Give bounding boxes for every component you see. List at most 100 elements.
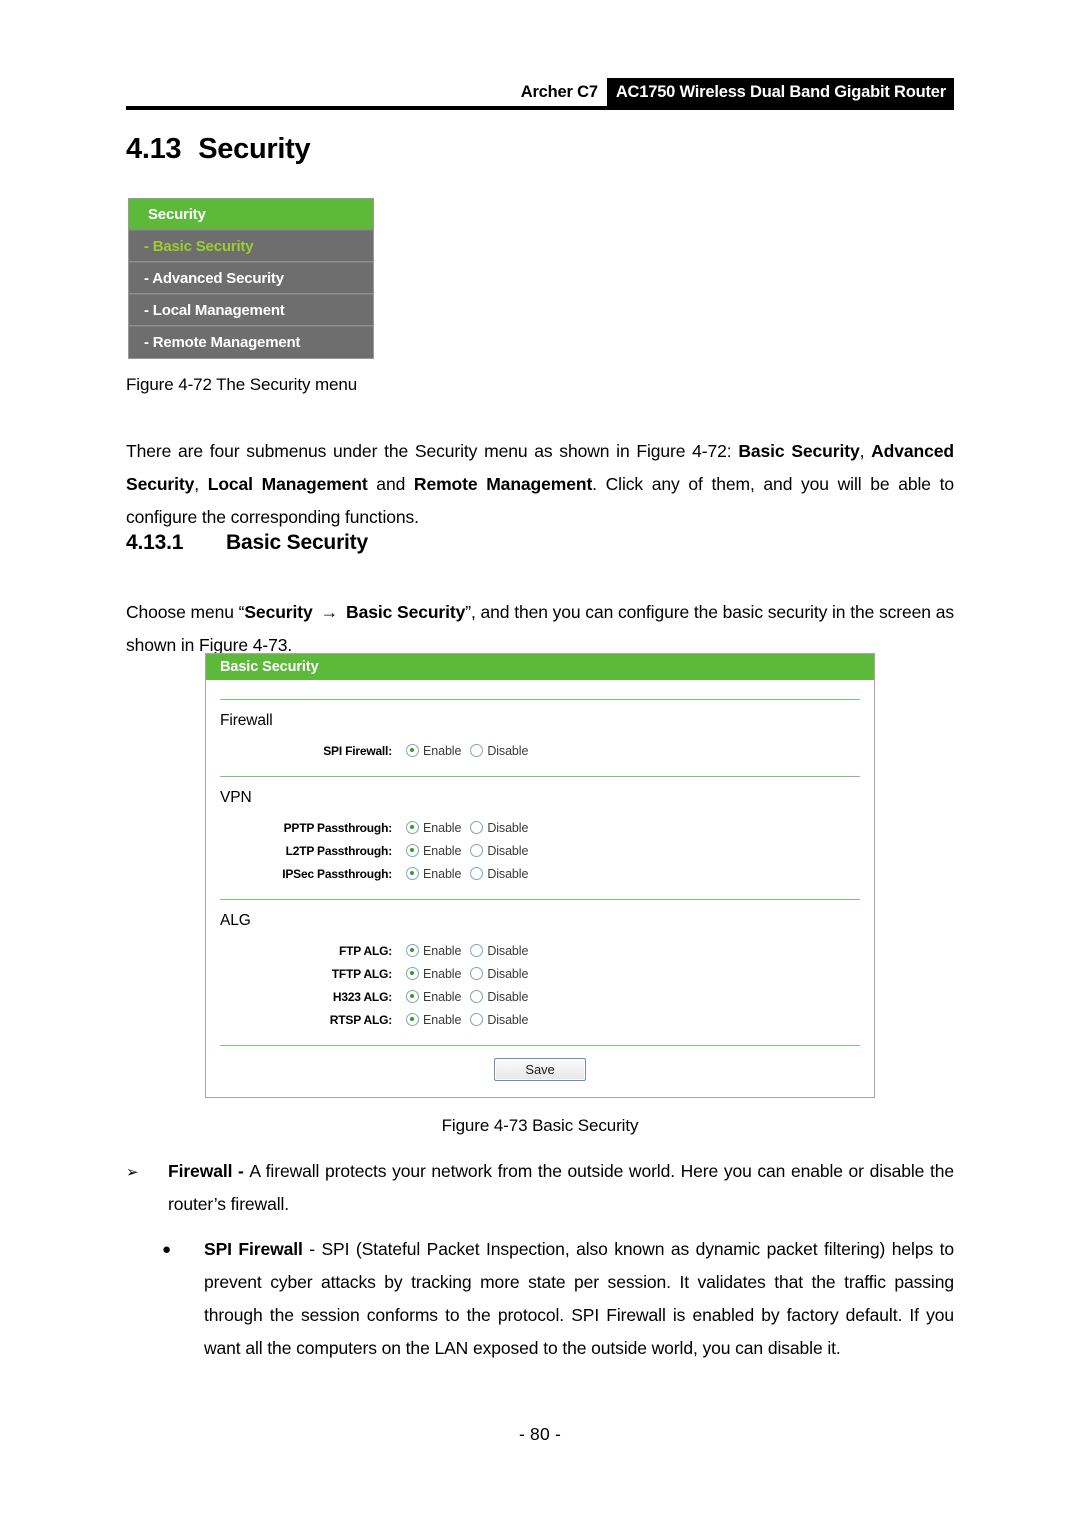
radio-group-tftp-alg: Enable Disable <box>406 967 528 981</box>
sidebar-item-advanced-security[interactable]: - Advanced Security <box>129 262 373 294</box>
label-tftp-alg: TFTP ALG: <box>331 966 392 981</box>
intro-text-1: There are four submenus under the Securi… <box>126 440 739 461</box>
field-row-ftp-alg: FTP ALG: Enable Disable <box>220 939 860 962</box>
bullet-firewall-term: Firewall - <box>168 1161 250 1181</box>
radio-label-disable: Disable <box>487 989 529 1004</box>
radio-tftp-alg-disable[interactable]: Disable <box>470 967 528 981</box>
radio-l2tp-enable[interactable]: Enable <box>406 844 461 858</box>
choose-bold-basic-security: Basic Security <box>346 601 466 622</box>
save-row: Save <box>220 1045 860 1091</box>
firewall-section: Firewall SPI Firewall: Enable Disable <box>220 699 860 776</box>
radio-group-pptp-passthrough: Enable Disable <box>406 821 528 835</box>
label-spi-firewall: SPI Firewall: <box>323 743 392 758</box>
radio-selected-icon[interactable] <box>406 967 419 980</box>
radio-h323-alg-enable[interactable]: Enable <box>406 990 461 1004</box>
radio-label-enable: Enable <box>423 843 462 858</box>
intro-bold-remote-management: Remote Management <box>413 473 593 494</box>
radio-unselected-icon[interactable] <box>470 744 484 757</box>
bullet-spi-term: SPI Firewall <box>204 1239 303 1259</box>
label-ipsec-passthrough: IPSec Passthrough: <box>282 866 392 881</box>
field-row-l2tp-passthrough: L2TP Passthrough: Enable Disable <box>220 839 860 862</box>
radio-ipsec-disable[interactable]: Disable <box>470 867 528 881</box>
radio-selected-icon[interactable] <box>406 990 419 1003</box>
radio-group-h323-alg: Enable Disable <box>406 990 528 1004</box>
radio-label-disable: Disable <box>487 943 529 958</box>
radio-label-disable: Disable <box>487 820 529 835</box>
radio-tftp-alg-enable[interactable]: Enable <box>406 967 461 981</box>
radio-label-enable: Enable <box>423 1012 462 1027</box>
radio-label-enable: Enable <box>423 820 462 835</box>
intro-bold-basic-security: Basic Security <box>738 440 860 461</box>
arrow-icon: → <box>320 601 339 622</box>
radio-rtsp-alg-disable[interactable]: Disable <box>470 1013 528 1027</box>
section-number: 4.13 <box>126 133 182 165</box>
radio-ipsec-enable[interactable]: Enable <box>406 867 461 881</box>
sidebar-item-basic-security[interactable]: - Basic Security <box>129 230 373 262</box>
page-number: - 80 - <box>518 1424 562 1444</box>
radio-selected-icon[interactable] <box>406 1013 419 1026</box>
radio-unselected-icon[interactable] <box>470 1013 484 1026</box>
radio-unselected-icon[interactable] <box>470 867 484 880</box>
document-running-header: Archer C7 AC1750 Wireless Dual Band Giga… <box>126 78 954 106</box>
radio-label-disable: Disable <box>487 1012 529 1027</box>
field-row-rtsp-alg: RTSP ALG: Enable Disable <box>220 1008 860 1031</box>
radio-unselected-icon[interactable] <box>470 821 484 834</box>
radio-h323-alg-disable[interactable]: Disable <box>470 990 528 1004</box>
bullet-firewall-content: Firewall - A firewall protects your netw… <box>168 1155 954 1221</box>
radio-group-ftp-alg: Enable Disable <box>406 944 528 958</box>
radio-label-enable: Enable <box>423 866 462 881</box>
radio-selected-icon[interactable] <box>406 744 419 757</box>
radio-unselected-icon[interactable] <box>470 844 484 857</box>
field-row-spi-firewall: SPI Firewall: Enable Disable <box>220 739 860 762</box>
choose-menu-paragraph: Choose menu “Security → Basic Security”, a… <box>126 596 954 662</box>
radio-label-enable: Enable <box>423 943 462 958</box>
radio-l2tp-disable[interactable]: Disable <box>470 844 528 858</box>
header-product-name: AC1750 Wireless Dual Band Gigabit Router <box>606 78 954 106</box>
radio-pptp-disable[interactable]: Disable <box>470 821 528 835</box>
sidebar-item-local-management[interactable]: - Local Management <box>129 294 373 326</box>
radio-group-rtsp-alg: Enable Disable <box>406 1013 528 1027</box>
radio-label-enable: Enable <box>423 989 462 1004</box>
radio-selected-icon[interactable] <box>406 867 419 880</box>
security-menu-header: Security <box>129 199 373 230</box>
intro-bold-local-management: Local Management <box>207 473 368 494</box>
radio-ftp-alg-enable[interactable]: Enable <box>406 944 461 958</box>
bullet-firewall-text: A firewall protects your network from th… <box>168 1161 954 1214</box>
save-button[interactable]: Save <box>494 1058 586 1081</box>
subsection-heading: 4.13.1 Basic Security <box>126 531 368 555</box>
alg-section: ALG FTP ALG: Enable Disable TFTP ALG: En… <box>220 899 860 1045</box>
radio-group-spi-firewall: Enable Disable <box>406 744 528 758</box>
figure-caption-4-73: Figure 4-73 Basic Security <box>441 1116 639 1135</box>
disc-bullet-icon: ● <box>162 1241 171 1258</box>
radio-rtsp-alg-enable[interactable]: Enable <box>406 1013 461 1027</box>
label-pptp-passthrough: PPTP Passthrough: <box>283 820 393 835</box>
radio-pptp-enable[interactable]: Enable <box>406 821 461 835</box>
radio-unselected-icon[interactable] <box>470 967 484 980</box>
figure-caption-4-72: Figure 4-72 The Security menu <box>126 375 358 394</box>
radio-ftp-alg-disable[interactable]: Disable <box>470 944 528 958</box>
label-l2tp-passthrough: L2TP Passthrough: <box>285 843 393 858</box>
sidebar-item-remote-management[interactable]: - Remote Management <box>129 326 373 358</box>
subsection-number: 4.13.1 <box>126 531 184 554</box>
choose-bold-security: Security <box>244 601 313 622</box>
radio-selected-icon[interactable] <box>406 944 419 957</box>
radio-spi-firewall-enable[interactable]: Enable <box>406 744 461 758</box>
label-rtsp-alg: RTSP ALG: <box>329 1012 392 1027</box>
radio-label-disable: Disable <box>487 866 529 881</box>
panel-title: Basic Security <box>206 654 874 680</box>
section-title-text: Security <box>198 133 311 165</box>
radio-spi-firewall-disable[interactable]: Disable <box>470 744 528 758</box>
radio-unselected-icon[interactable] <box>470 990 484 1003</box>
radio-selected-icon[interactable] <box>406 844 419 857</box>
alg-section-heading: ALG <box>220 912 251 929</box>
label-ftp-alg: FTP ALG: <box>338 943 392 958</box>
header-model-name: Archer C7 <box>520 82 598 101</box>
bullet-spi-firewall-content: SPI Firewall - SPI (Stateful Packet Insp… <box>204 1233 954 1365</box>
security-menu-figure: Security - Basic Security - Advanced Sec… <box>128 198 374 359</box>
radio-unselected-icon[interactable] <box>470 944 484 957</box>
panel-body: Firewall SPI Firewall: Enable Disable VP… <box>206 699 874 1091</box>
subsection-title-text: Basic Security <box>226 531 368 554</box>
intro-text-4: and <box>367 473 414 494</box>
field-row-h323-alg: H323 ALG: Enable Disable <box>220 985 860 1008</box>
radio-selected-icon[interactable] <box>406 821 419 834</box>
